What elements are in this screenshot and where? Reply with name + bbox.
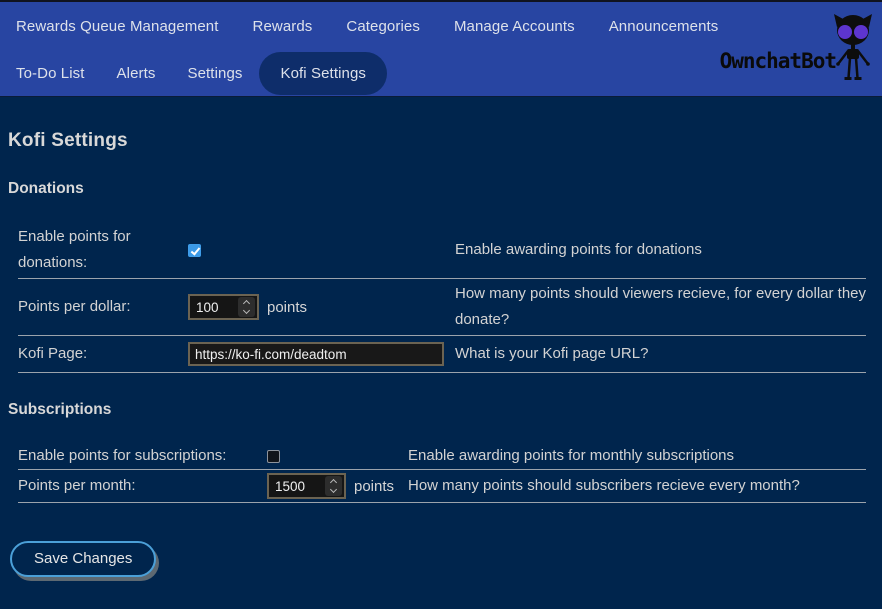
points-per-dollar-label: Points per dollar: — [18, 294, 188, 320]
page-title: Kofi Settings — [8, 130, 882, 152]
nav-item-rewards[interactable]: Rewards — [253, 18, 313, 35]
points-per-dollar-description: How many points should viewers recieve, … — [455, 281, 866, 333]
brand-logo: OwnchatBot — [720, 12, 876, 86]
setting-row-enable-subscriptions: Enable points for subscriptions: Enable … — [18, 443, 866, 470]
enable-donations-label: Enable points for donations: — [18, 224, 188, 276]
points-per-month-description: How many points should subscribers recie… — [408, 473, 866, 499]
enable-subscriptions-checkbox[interactable] — [267, 450, 280, 463]
enable-donations-checkbox[interactable] — [188, 244, 201, 257]
nav-item-rewards-queue-management[interactable]: Rewards Queue Management — [16, 18, 219, 35]
kofi-page-label: Kofi Page: — [18, 341, 188, 367]
nav-item-announcements[interactable]: Announcements — [609, 18, 719, 35]
subscriptions-settings-table: Enable points for subscriptions: Enable … — [18, 443, 866, 503]
points-suffix: points — [354, 478, 394, 495]
setting-row-kofi-page: Kofi Page: What is your Kofi page URL? — [18, 336, 866, 373]
points-per-dollar-input[interactable] — [190, 300, 238, 315]
main-content: Kofi Settings Donations Enable points fo… — [0, 130, 882, 577]
points-per-month-input[interactable] — [269, 479, 325, 494]
nav-item-settings[interactable]: Settings — [187, 65, 242, 82]
nav-item-todo-list[interactable]: To-Do List — [16, 65, 85, 82]
donations-section-title: Donations — [8, 180, 882, 198]
points-per-month-field — [267, 473, 346, 499]
setting-row-points-per-month: Points per month: points How many points… — [18, 470, 866, 503]
robot-icon — [830, 12, 876, 86]
donations-settings-table: Enable points for donations: Enable awar… — [18, 222, 866, 373]
setting-row-enable-donations: Enable points for donations: Enable awar… — [18, 222, 866, 279]
enable-subscriptions-description: Enable awarding points for monthly subsc… — [408, 443, 866, 469]
nav-item-kofi-settings[interactable]: Kofi Settings — [259, 52, 387, 95]
app-root: Rewards Queue Management Rewards Categor… — [0, 0, 882, 577]
setting-row-points-per-dollar: Points per dollar: points How many point… — [18, 279, 866, 336]
subscriptions-section-title: Subscriptions — [8, 401, 882, 419]
points-per-dollar-stepper[interactable] — [238, 297, 255, 317]
nav-item-alerts[interactable]: Alerts — [117, 65, 156, 82]
save-changes-button[interactable]: Save Changes — [10, 541, 156, 577]
points-suffix: points — [267, 299, 307, 316]
top-navigation: Rewards Queue Management Rewards Categor… — [0, 0, 882, 97]
enable-donations-description: Enable awarding points for donations — [455, 237, 866, 263]
nav-item-manage-accounts[interactable]: Manage Accounts — [454, 18, 575, 35]
points-per-month-stepper[interactable] — [325, 476, 342, 496]
points-per-dollar-field — [188, 294, 259, 320]
brand-logo-text: OwnchatBot — [720, 49, 836, 73]
enable-subscriptions-label: Enable points for subscriptions: — [18, 443, 267, 469]
nav-item-categories[interactable]: Categories — [346, 18, 420, 35]
kofi-page-description: What is your Kofi page URL? — [455, 341, 866, 367]
stepper-down-icon[interactable] — [243, 307, 250, 314]
stepper-down-icon[interactable] — [330, 486, 337, 493]
points-per-month-label: Points per month: — [18, 473, 267, 499]
kofi-page-input[interactable] — [188, 342, 444, 366]
